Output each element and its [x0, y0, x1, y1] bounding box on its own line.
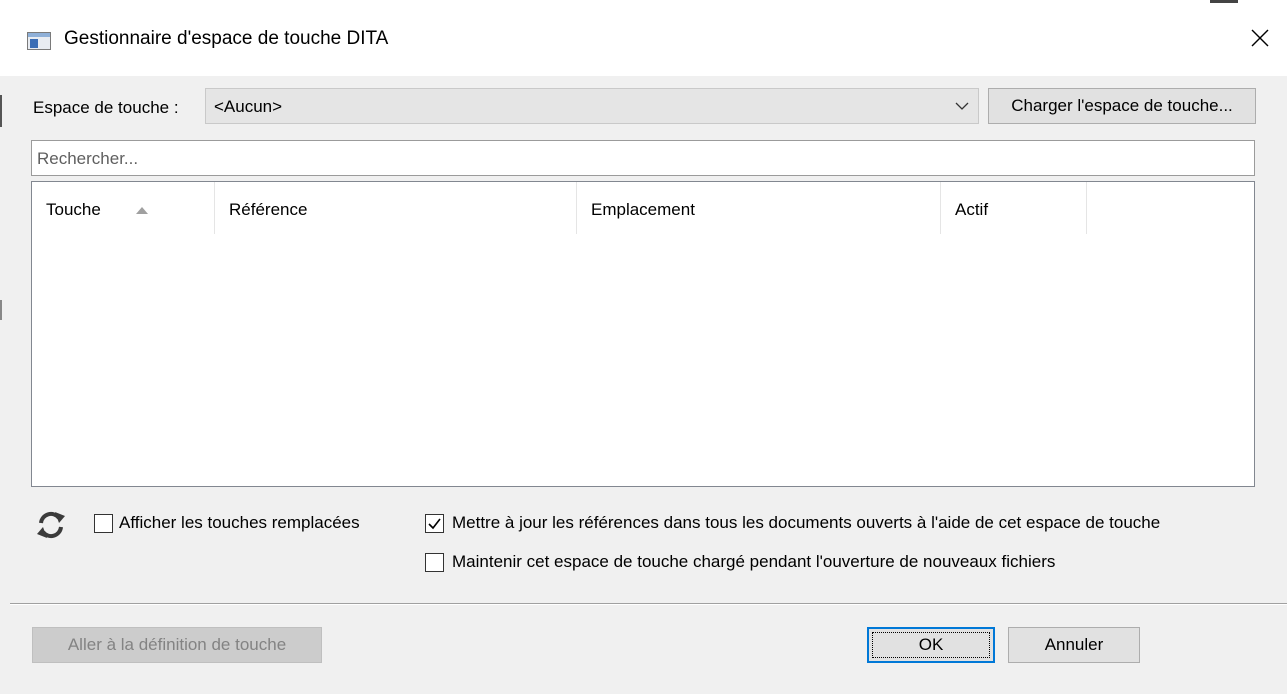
search-input[interactable]: Rechercher...	[31, 140, 1255, 176]
window-title: Gestionnaire d'espace de touche DITA	[64, 28, 389, 49]
edge-artifact	[1210, 0, 1238, 3]
window-icon	[27, 32, 51, 50]
show-overridden-label[interactable]: Afficher les touches remplacées	[119, 513, 360, 533]
chevron-down-icon	[955, 102, 969, 110]
column-header-label: Touche	[46, 200, 101, 219]
edge-artifact-left-2	[0, 300, 2, 320]
keyspace-label: Espace de touche :	[33, 98, 179, 117]
column-header-label: Emplacement	[591, 200, 695, 219]
column-header-actif[interactable]: Actif	[941, 182, 1087, 234]
goto-definition-button[interactable]: Aller à la définition de touche	[32, 627, 322, 663]
keyspace-selected-value: <Aucun>	[214, 97, 283, 116]
ok-button[interactable]: OK	[867, 627, 995, 663]
search-placeholder: Rechercher...	[37, 149, 139, 168]
keyspace-select[interactable]: <Aucun>	[205, 88, 979, 124]
close-button[interactable]	[1240, 22, 1280, 54]
cancel-button[interactable]: Annuler	[1008, 627, 1140, 663]
column-header-reference[interactable]: Référence	[215, 182, 577, 234]
focus-rectangle	[872, 632, 990, 658]
load-keyspace-button[interactable]: Charger l'espace de touche...	[988, 88, 1256, 124]
edge-artifact-left	[0, 95, 2, 127]
column-header-label: Actif	[955, 200, 989, 219]
keep-loaded-label[interactable]: Maintenir cet espace de touche chargé pe…	[452, 552, 1055, 572]
update-references-label[interactable]: Mettre à jour les références dans tous l…	[452, 513, 1160, 533]
update-references-checkbox[interactable]	[425, 514, 444, 533]
keys-table[interactable]: Touche Référence Emplacement Actif	[31, 181, 1255, 487]
close-icon	[1251, 29, 1269, 47]
refresh-icon[interactable]	[35, 510, 67, 540]
keep-loaded-checkbox[interactable]	[425, 553, 444, 572]
column-header-emplacement[interactable]: Emplacement	[577, 182, 941, 234]
show-overridden-checkbox[interactable]	[94, 514, 113, 533]
column-header-touche[interactable]: Touche	[32, 182, 215, 234]
footer-divider-highlight	[10, 604, 1287, 605]
column-header-label: Référence	[229, 200, 308, 219]
checkmark-icon	[428, 518, 441, 530]
sort-ascending-icon	[136, 207, 148, 214]
title-bar: Gestionnaire d'espace de touche DITA	[0, 0, 1287, 76]
